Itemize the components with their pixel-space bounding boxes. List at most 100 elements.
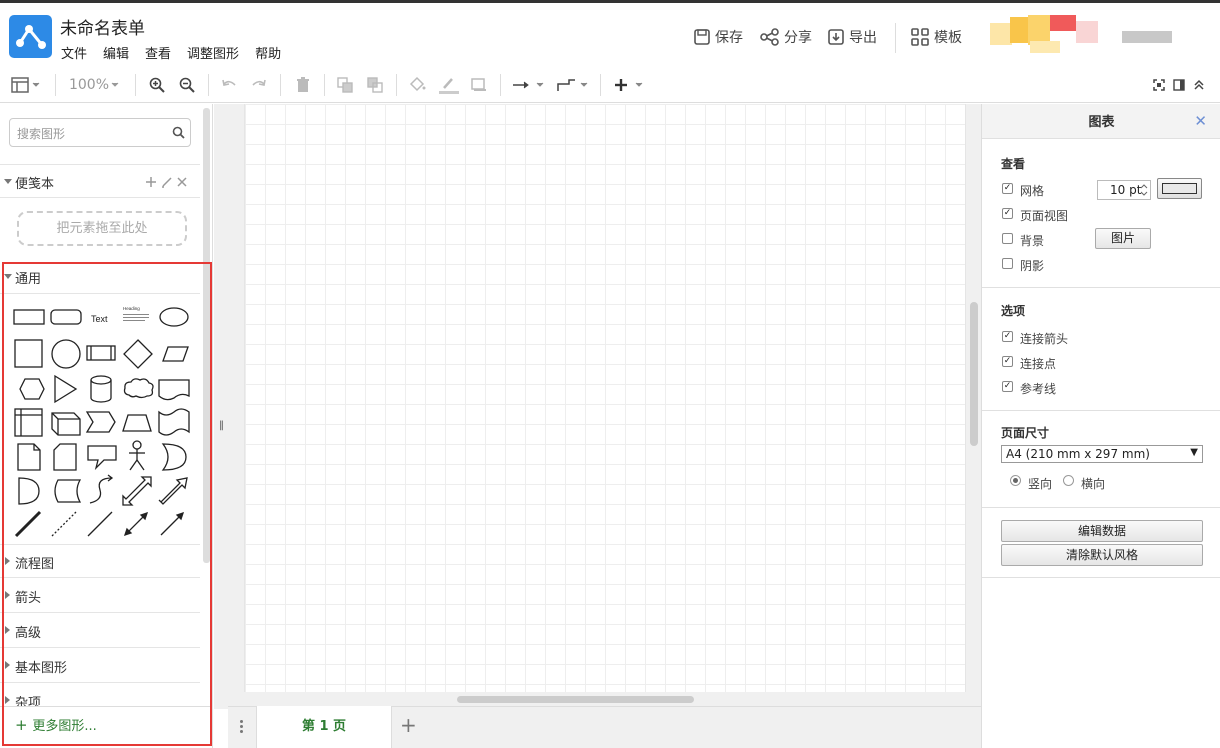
sidebar-scrollbar[interactable] — [203, 108, 210, 563]
menu-edit[interactable]: 编辑 — [103, 43, 129, 62]
rectangle-shape[interactable] — [13, 309, 45, 325]
diagram-page[interactable] — [244, 104, 966, 692]
process-shape[interactable] — [86, 345, 116, 361]
redo-button[interactable] — [248, 66, 270, 103]
cube-shape[interactable] — [51, 412, 81, 436]
circle-shape[interactable] — [51, 339, 81, 369]
internal-storage-shape[interactable] — [14, 408, 43, 437]
card-shape[interactable] — [53, 443, 77, 471]
section-arrows[interactable]: 箭头 — [0, 579, 200, 613]
cloud-shape[interactable] — [123, 378, 154, 399]
callout-shape[interactable] — [87, 445, 117, 471]
stepper-icon[interactable] — [1139, 183, 1149, 197]
tape-shape[interactable] — [158, 408, 190, 436]
line-color-button[interactable] — [436, 66, 462, 103]
section-advanced[interactable]: 高级 — [0, 614, 200, 648]
menu-file[interactable]: 文件 — [61, 43, 87, 62]
background-checkbox[interactable] — [1002, 233, 1013, 244]
background-image-button[interactable]: 图片 — [1095, 228, 1151, 249]
square-shape[interactable] — [14, 339, 43, 368]
grid-checkbox[interactable]: ✓ — [1002, 183, 1013, 194]
delete-button[interactable] — [292, 66, 314, 103]
add-icon[interactable] — [145, 176, 157, 188]
scratchpad-header[interactable]: 便笺本 — [0, 164, 200, 198]
to-back-button[interactable] — [364, 66, 386, 103]
format-panel-toggle-button[interactable] — [8, 66, 44, 103]
shadow-checkbox[interactable] — [1002, 258, 1013, 269]
add-page-icon[interactable]: + — [400, 713, 417, 737]
grid-size-input[interactable]: 10 pt — [1097, 180, 1151, 200]
rounded-rectangle-shape[interactable] — [50, 309, 82, 325]
guides-checkbox[interactable]: ✓ — [1002, 381, 1013, 392]
curve-shape[interactable] — [89, 474, 114, 504]
edit-pencil-icon[interactable] — [161, 176, 173, 188]
dotted-line-shape[interactable] — [51, 511, 77, 537]
connection-points-checkbox[interactable]: ✓ — [1002, 356, 1013, 367]
text-shape[interactable]: Text — [91, 314, 108, 324]
grid-color-button[interactable] — [1157, 178, 1202, 199]
arrow-shape[interactable] — [158, 477, 188, 505]
page-size-select[interactable]: A4 (210 mm x 297 mm) ▼ — [1001, 445, 1203, 463]
data-storage-shape[interactable] — [54, 479, 82, 503]
vertical-scrollbar[interactable] — [970, 302, 978, 446]
section-misc[interactable]: 杂项 — [0, 684, 200, 706]
step-shape[interactable] — [85, 411, 116, 433]
zoom-select[interactable]: 100% — [66, 66, 124, 103]
connection-style-button[interactable] — [510, 66, 546, 103]
portrait-radio[interactable] — [1010, 475, 1021, 486]
shadow-button[interactable] — [468, 66, 490, 103]
format-toggle-button[interactable] — [1170, 66, 1188, 103]
user-avatar[interactable] — [990, 15, 1102, 55]
collapse-button[interactable] — [1190, 66, 1208, 103]
or-shape[interactable] — [161, 443, 187, 471]
parallelogram-shape[interactable] — [162, 346, 189, 362]
undo-button[interactable] — [218, 66, 240, 103]
page-view-checkbox[interactable]: ✓ — [1002, 208, 1013, 219]
close-icon[interactable] — [177, 177, 187, 187]
actor-shape[interactable] — [129, 440, 145, 471]
app-title[interactable]: 未命名表单 — [60, 14, 145, 39]
clear-default-style-button[interactable]: 清除默认风格 — [1001, 544, 1203, 566]
diamond-shape[interactable] — [123, 339, 153, 369]
menu-help[interactable]: 帮助 — [255, 43, 281, 62]
note-shape[interactable] — [17, 443, 41, 471]
fill-color-button[interactable] — [406, 66, 428, 103]
zoom-out-button[interactable] — [176, 66, 198, 103]
document-shape[interactable] — [158, 379, 190, 401]
general-header[interactable]: 通用 — [0, 260, 200, 294]
insert-button[interactable] — [610, 66, 646, 103]
cylinder-shape[interactable] — [90, 375, 112, 403]
menu-arrange[interactable]: 调整图形 — [187, 43, 239, 62]
templates-button[interactable]: 模板 — [910, 27, 962, 47]
shape-search-input[interactable]: 搜索图形 — [9, 118, 191, 147]
line-shape[interactable] — [87, 511, 113, 537]
edit-data-button[interactable]: 编辑数据 — [1001, 520, 1203, 542]
triangle-shape[interactable] — [54, 374, 78, 404]
section-flowchart[interactable]: 流程图 — [0, 544, 200, 578]
ellipse-shape[interactable] — [159, 307, 189, 327]
sidebar-resize-handle[interactable]: ‖ — [219, 420, 224, 431]
hexagon-shape[interactable] — [19, 378, 45, 400]
bidirectional-connector-shape[interactable] — [123, 511, 149, 537]
heading-shape[interactable] — [123, 314, 149, 321]
trapezoid-shape[interactable] — [122, 414, 152, 432]
to-front-button[interactable] — [334, 66, 356, 103]
landscape-radio[interactable] — [1063, 475, 1074, 486]
connection-arrows-checkbox[interactable]: ✓ — [1002, 331, 1013, 342]
fullscreen-button[interactable] — [1150, 66, 1168, 103]
delay-shape[interactable] — [18, 477, 40, 505]
more-shapes-link[interactable]: + 更多图形... — [15, 715, 97, 734]
menu-view[interactable]: 查看 — [145, 43, 171, 62]
page-menu-icon[interactable] — [240, 720, 243, 733]
zoom-in-button[interactable] — [146, 66, 168, 103]
directional-connector-shape[interactable] — [160, 511, 185, 536]
thick-line-shape[interactable] — [14, 510, 42, 538]
share-button[interactable]: 分享 — [760, 27, 812, 47]
waypoints-button[interactable] — [554, 66, 590, 103]
horizontal-scrollbar[interactable] — [457, 696, 694, 703]
section-basic[interactable]: 基本图形 — [0, 649, 200, 683]
close-icon[interactable]: ✕ — [1194, 112, 1207, 130]
save-button[interactable]: 保存 — [693, 27, 743, 47]
scratchpad-dropzone[interactable]: 把元素拖至此处 — [17, 211, 187, 246]
page-tab-1[interactable]: 第 1 页 — [256, 706, 392, 748]
